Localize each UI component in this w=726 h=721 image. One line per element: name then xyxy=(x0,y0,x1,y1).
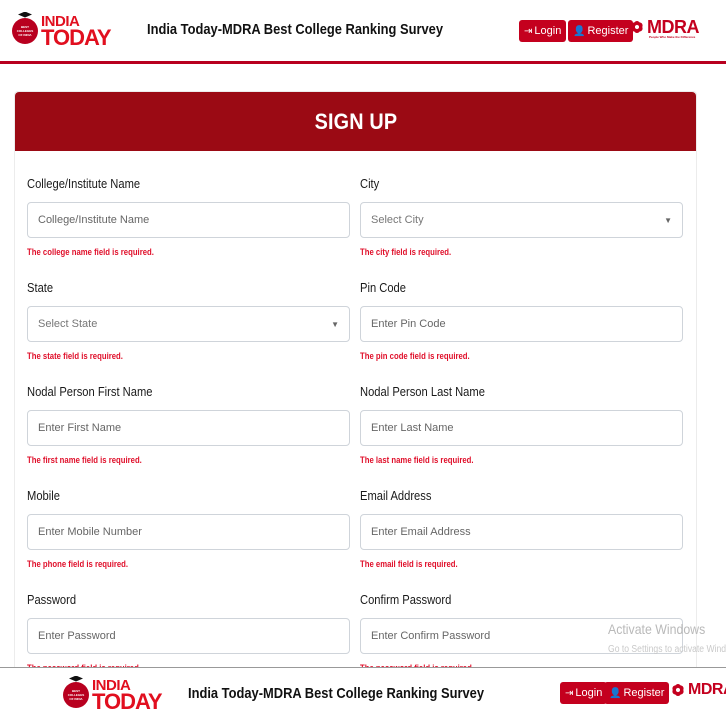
email-label: Email Address xyxy=(360,488,432,503)
sticky-header: BEST COLLEGES OF INDIA INDIA TODAY India… xyxy=(0,667,726,721)
state-select[interactable]: Select State ▼ xyxy=(27,306,350,342)
first-name-error: The first name field is required. xyxy=(27,455,142,465)
email-input[interactable] xyxy=(360,514,683,550)
logo-line2: TODAY xyxy=(92,689,163,714)
confirm-password-label: Confirm Password xyxy=(360,592,452,607)
college-name-error: The college name field is required. xyxy=(27,247,154,257)
site-title: India Today-MDRA Best College Ranking Su… xyxy=(147,21,444,38)
add-user-icon: 👤 xyxy=(609,687,622,699)
activate-windows-watermark: Activate Windows xyxy=(608,621,706,637)
college-name-label: College/Institute Name xyxy=(27,176,141,191)
state-label: State xyxy=(27,280,54,295)
india-today-logo[interactable]: BEST COLLEGES OF INDIA INDIA TODAY xyxy=(63,675,163,714)
last-name-error: The last name field is required. xyxy=(360,455,474,465)
mobile-error: The phone field is required. xyxy=(27,559,129,569)
login-button[interactable]: ⇥ Login xyxy=(560,682,608,704)
india-today-logo[interactable]: BEST COLLEGES OF INDIA INDIA TODAY xyxy=(12,11,112,50)
signup-header: SIGN UP xyxy=(15,92,696,151)
activate-windows-hint: Go to Settings to activate Windows. xyxy=(608,644,726,655)
pin-code-error: The pin code field is required. xyxy=(360,351,470,361)
top-header: BEST COLLEGES OF INDIA INDIA TODAY India… xyxy=(0,0,726,64)
mdra-logo: MDRA xyxy=(668,680,726,700)
chevron-down-icon: ▼ xyxy=(664,215,672,225)
city-select[interactable]: Select City ▼ xyxy=(360,202,683,238)
mobile-input[interactable] xyxy=(27,514,350,550)
register-button[interactable]: 👤 Register xyxy=(604,682,670,704)
signup-card: SIGN UP College/Institute Name The colle… xyxy=(14,91,697,673)
college-name-input[interactable] xyxy=(27,202,350,238)
signup-title: SIGN UP xyxy=(314,108,397,134)
city-error: The city field is required. xyxy=(360,247,452,257)
login-icon: ⇥ xyxy=(524,25,533,37)
register-button[interactable]: 👤 Register xyxy=(568,20,634,42)
password-label: Password xyxy=(27,592,77,607)
login-icon: ⇥ xyxy=(565,687,574,699)
password-input[interactable] xyxy=(27,618,350,654)
login-button[interactable]: ⇥ Login xyxy=(519,20,567,42)
site-title: India Today-MDRA Best College Ranking Su… xyxy=(188,685,485,702)
mobile-label: Mobile xyxy=(27,488,60,503)
pin-code-label: Pin Code xyxy=(360,280,406,295)
first-name-label: Nodal Person First Name xyxy=(27,384,153,399)
pin-code-input[interactable] xyxy=(360,306,683,342)
email-error: The email field is required. xyxy=(360,559,458,569)
last-name-input[interactable] xyxy=(360,410,683,446)
logo-line2: TODAY xyxy=(41,25,112,50)
mdra-logo: MDRA People Who Make the Difference xyxy=(627,17,700,39)
chevron-down-icon: ▼ xyxy=(331,319,339,329)
best-colleges-badge: BEST COLLEGES OF INDIA xyxy=(12,11,38,44)
mdra-flower-icon xyxy=(627,17,647,37)
state-error: The state field is required. xyxy=(27,351,123,361)
mdra-flower-icon xyxy=(668,680,688,700)
first-name-input[interactable] xyxy=(27,410,350,446)
best-colleges-badge: BEST COLLEGES OF INDIA xyxy=(63,675,89,708)
add-user-icon: 👤 xyxy=(573,25,586,37)
last-name-label: Nodal Person Last Name xyxy=(360,384,485,399)
city-label: City xyxy=(360,176,380,191)
